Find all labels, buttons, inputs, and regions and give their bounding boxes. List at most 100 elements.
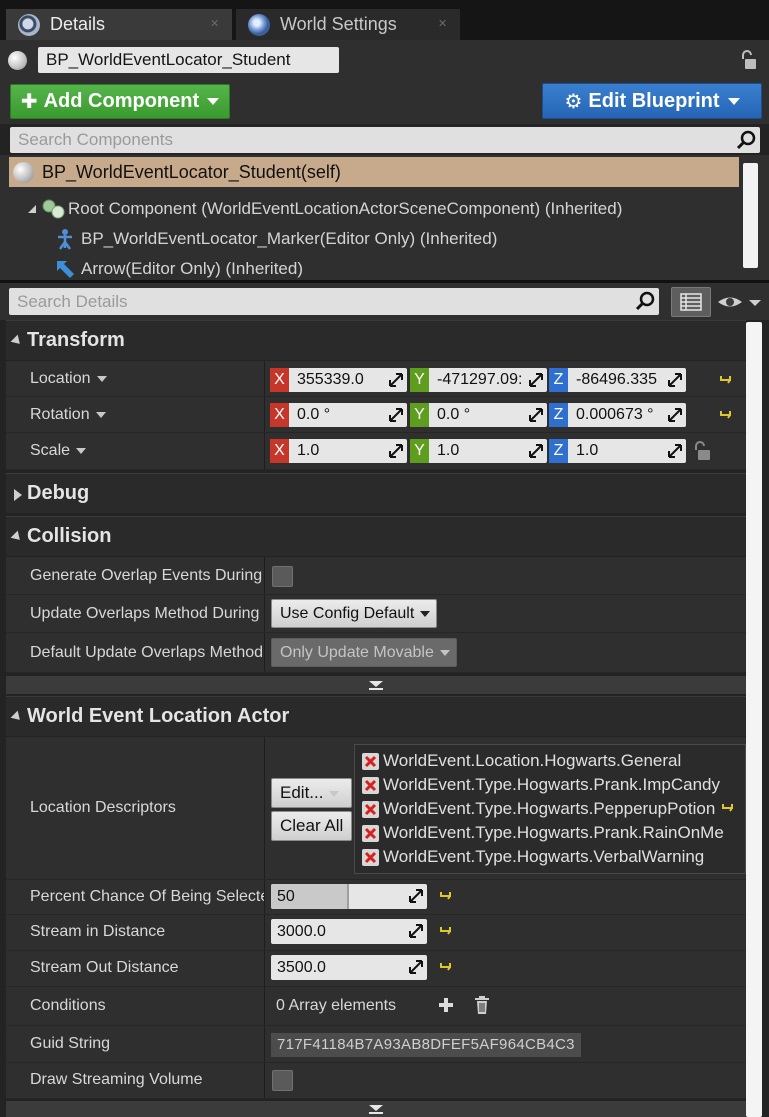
tag-item: WorldEvent.Location.Hogwarts.General	[362, 750, 681, 772]
reset-to-default-icon[interactable]	[719, 374, 733, 386]
scale-x[interactable]: X 1.0	[270, 439, 407, 463]
scale-z-field[interactable]: 1.0	[568, 439, 686, 463]
search-components-input[interactable]	[10, 127, 685, 153]
column-splitter[interactable]	[264, 557, 265, 594]
search-details-field[interactable]	[9, 288, 659, 315]
axis-z-label: Z	[549, 439, 568, 463]
scale-lock-icon[interactable]	[692, 440, 712, 462]
column-splitter[interactable]	[264, 397, 265, 432]
tab-world-settings[interactable]: World Settings ✕	[236, 9, 460, 40]
reset-to-default-icon[interactable]	[439, 925, 453, 937]
reset-to-default-icon[interactable]	[439, 890, 453, 902]
category-transform[interactable]: Transform	[6, 320, 746, 360]
tree-scrollbar[interactable]	[743, 163, 758, 268]
tag-label: WorldEvent.Location.Hogwarts.General	[383, 751, 682, 770]
remove-tag-icon[interactable]	[362, 824, 379, 842]
scale-y[interactable]: Y 1.0	[410, 439, 547, 463]
scale-label[interactable]: Scale	[30, 442, 87, 460]
reset-to-default-icon[interactable]	[721, 802, 735, 814]
add-component-button[interactable]: ✚ Add Component	[10, 84, 230, 119]
search-components-field[interactable]	[10, 127, 760, 153]
search-icon	[635, 291, 655, 311]
scale-x-field[interactable]: 1.0	[289, 439, 407, 463]
close-icon[interactable]: ✕	[210, 19, 220, 30]
column-splitter[interactable]	[264, 1063, 265, 1098]
column-splitter[interactable]	[264, 433, 265, 469]
column-splitter[interactable]	[264, 915, 265, 950]
category-debug[interactable]: Debug	[6, 473, 746, 513]
remove-tag-icon[interactable]	[362, 752, 379, 770]
stream-in-field[interactable]: 3000.0	[271, 919, 427, 944]
column-splitter[interactable]	[264, 880, 265, 914]
column-splitter[interactable]	[264, 737, 265, 879]
unlock-icon[interactable]	[739, 50, 757, 70]
tag-item: WorldEvent.Type.Hogwarts.Prank.ImpCandy	[362, 774, 720, 796]
stream-out-field[interactable]: 3500.0	[271, 955, 427, 980]
tree-item-marker[interactable]: BP_WorldEventLocator_Marker(Editor Only)…	[54, 225, 497, 253]
chevron-down-icon	[727, 97, 740, 105]
rotation-x-field[interactable]: 0.0 °	[289, 403, 407, 427]
trash-icon[interactable]	[473, 995, 491, 1015]
column-splitter[interactable]	[264, 951, 265, 986]
location-label[interactable]: Location	[30, 370, 107, 388]
remove-tag-icon[interactable]	[362, 800, 379, 818]
rotation-y-field[interactable]: 0.0 °	[429, 403, 547, 427]
guid-string-field[interactable]: 717F41184B7A93AB8DFEF5AF964CB4C3	[271, 1033, 581, 1057]
location-y-field[interactable]: -471297.09:	[429, 368, 547, 392]
search-details-input[interactable]	[9, 288, 594, 315]
tab-details-label: Details	[50, 14, 106, 34]
edit-tags-button[interactable]: Edit...	[271, 778, 352, 808]
scale-y-field[interactable]: 1.0	[429, 439, 547, 463]
expand-triangle-icon[interactable]	[26, 203, 38, 215]
column-splitter[interactable]	[264, 1026, 265, 1062]
tag-label: WorldEvent.Type.Hogwarts.PepperupPotion	[383, 799, 716, 818]
tree-item-root[interactable]: Root Component (WorldEventLocationActorS…	[26, 195, 622, 223]
update-overlaps-dropdown[interactable]: Use Config Default	[271, 599, 437, 628]
rotation-y[interactable]: Y 0.0 °	[410, 403, 547, 427]
tree-item-root-label: Root Component (WorldEventLocationActorS…	[68, 199, 623, 218]
reset-to-default-icon[interactable]	[439, 961, 453, 973]
column-splitter[interactable]	[264, 595, 265, 632]
details-scrollbar[interactable]	[746, 322, 762, 1117]
location-x-field[interactable]: 355339.0	[289, 368, 407, 392]
visibility-options-icon[interactable]	[716, 293, 764, 311]
drag-arrows-icon	[409, 924, 423, 938]
actor-name-field[interactable]: BP_WorldEventLocator_Student	[38, 47, 339, 73]
drag-arrows-icon	[409, 960, 423, 974]
remove-tag-icon[interactable]	[362, 848, 379, 866]
remove-tag-icon[interactable]	[362, 776, 379, 794]
property-matrix-button[interactable]	[671, 287, 711, 317]
column-splitter[interactable]	[264, 361, 265, 396]
tree-item-arrow[interactable]: Arrow(Editor Only) (Inherited)	[54, 255, 303, 280]
percent-chance-label: Percent Chance Of Being Selectec	[30, 888, 264, 905]
column-splitter[interactable]	[264, 633, 265, 672]
rotation-z-field[interactable]: 0.000673 °	[568, 403, 686, 427]
advanced-expander[interactable]	[6, 676, 746, 694]
rotation-x[interactable]: X 0.0 °	[270, 403, 407, 427]
add-element-icon[interactable]	[437, 996, 455, 1014]
tree-item-marker-label: BP_WorldEventLocator_Marker(Editor Only)…	[81, 229, 498, 248]
column-splitter[interactable]	[264, 987, 265, 1025]
category-collision[interactable]: Collision	[6, 516, 746, 556]
close-icon[interactable]: ✕	[438, 19, 448, 30]
location-x[interactable]: X 355339.0	[270, 368, 407, 392]
tree-item-self[interactable]: BP_WorldEventLocator_Student(self)	[9, 157, 739, 187]
location-y[interactable]: Y -471297.09:	[410, 368, 547, 392]
edit-blueprint-button[interactable]: ⚙ Edit Blueprint	[542, 83, 762, 119]
location-z-field[interactable]: -86496.335	[568, 368, 686, 392]
advanced-expander[interactable]	[6, 1101, 746, 1117]
axis-z-label: Z	[549, 403, 568, 427]
reset-to-default-icon[interactable]	[719, 409, 733, 421]
clear-all-button[interactable]: Clear All	[271, 811, 352, 841]
scale-z[interactable]: Z 1.0	[549, 439, 686, 463]
category-world-event-location-actor[interactable]: World Event Location Actor	[6, 696, 746, 736]
rotation-z[interactable]: Z 0.000673 °	[549, 403, 686, 427]
draw-streaming-checkbox[interactable]	[272, 1070, 293, 1091]
draw-streaming-label: Draw Streaming Volume	[30, 1071, 203, 1088]
drag-arrows-icon	[409, 889, 423, 903]
location-z[interactable]: Z -86496.335	[549, 368, 686, 392]
rotation-label[interactable]: Rotation	[30, 406, 106, 424]
generate-overlap-checkbox[interactable]	[272, 566, 293, 587]
percent-chance-slider[interactable]: 50	[271, 884, 427, 909]
tab-details[interactable]: Details ✕	[6, 9, 232, 40]
